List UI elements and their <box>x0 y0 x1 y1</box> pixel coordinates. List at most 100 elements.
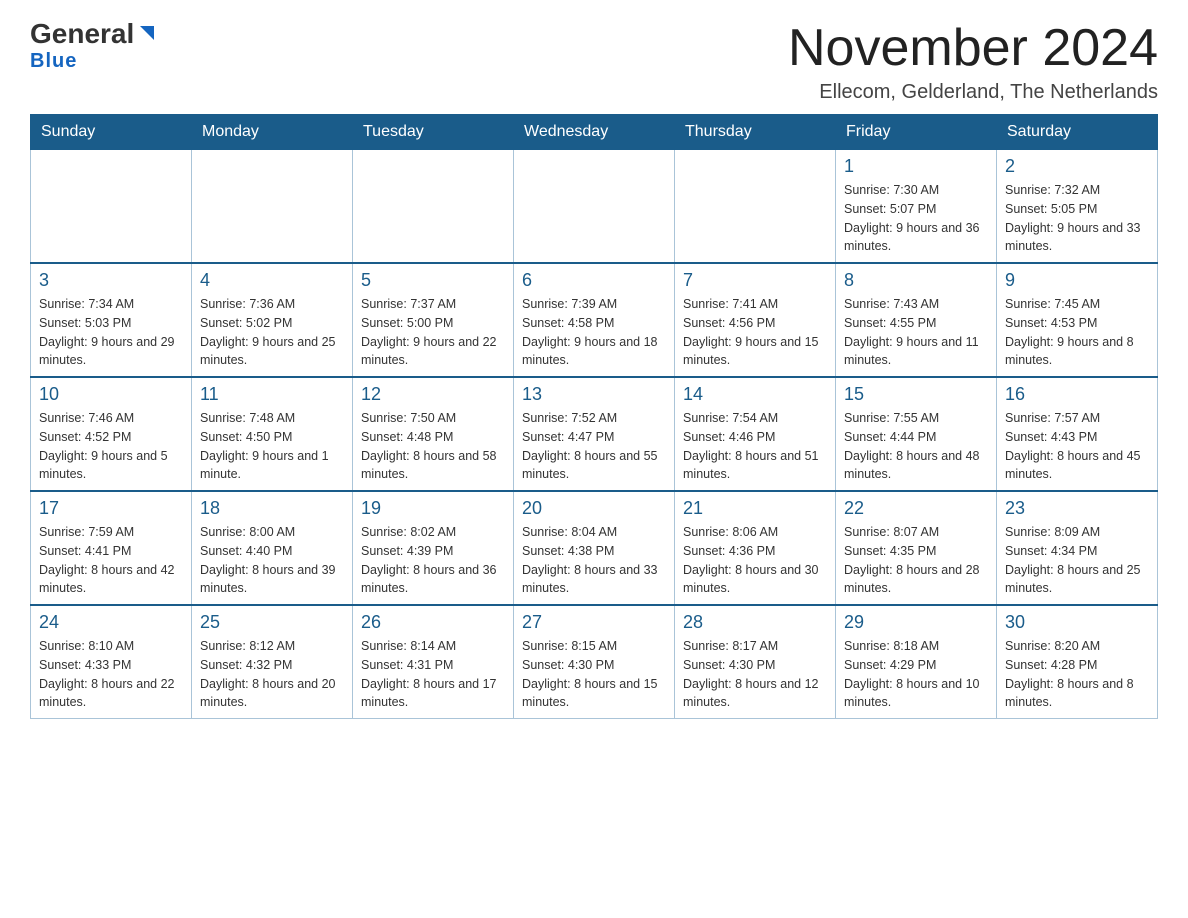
day-number: 10 <box>39 384 183 405</box>
logo-text-general: General <box>30 20 134 48</box>
calendar-cell-1-2: 5 Sunrise: 7:37 AMSunset: 5:00 PMDaylight… <box>353 263 514 377</box>
calendar-cell-2-4: 14Sunrise: 7:54 AMSunset: 4:46 PMDayligh… <box>675 377 836 491</box>
day-info: Sunrise: 8:02 AMSunset: 4:39 PMDaylight:… <box>361 523 505 598</box>
day-number: 22 <box>844 498 988 519</box>
calendar-week-2: 10Sunrise: 7:46 AMSunset: 4:52 PMDayligh… <box>31 377 1158 491</box>
calendar-cell-4-6: 30 Sunrise: 8:20 AMSunset: 4:28 PMDayligh… <box>997 605 1158 719</box>
calendar-cell-3-1: 18 Sunrise: 8:00 AMSunset: 4:40 PMDayligh… <box>192 491 353 605</box>
header-wednesday: Wednesday <box>514 115 675 150</box>
calendar-cell-1-3: 6 Sunrise: 7:39 AMSunset: 4:58 PMDaylight… <box>514 263 675 377</box>
day-info: Sunrise: 8:18 AMSunset: 4:29 PMDaylight:… <box>844 637 988 712</box>
calendar-cell-0-4 <box>675 150 836 264</box>
calendar-week-0: 1Sunrise: 7:30 AMSunset: 5:07 PMDaylight… <box>31 150 1158 264</box>
day-number: 11 <box>200 384 344 405</box>
day-number: 15 <box>844 384 988 405</box>
day-number: 25 <box>200 612 344 633</box>
day-info: Sunrise: 7:30 AMSunset: 5:07 PMDaylight:… <box>844 181 988 256</box>
day-info: Sunrise: 8:06 AMSunset: 4:36 PMDaylight:… <box>683 523 827 598</box>
calendar-cell-3-4: 21Sunrise: 8:06 AMSunset: 4:36 PMDayligh… <box>675 491 836 605</box>
header-tuesday: Tuesday <box>353 115 514 150</box>
logo-triangle-icon <box>136 22 158 44</box>
day-info: Sunrise: 7:43 AMSunset: 4:55 PMDaylight:… <box>844 295 988 370</box>
calendar-cell-0-0 <box>31 150 192 264</box>
logo-text-blue: Blue <box>30 50 77 73</box>
day-number: 18 <box>200 498 344 519</box>
calendar-week-1: 3 Sunrise: 7:34 AMSunset: 5:03 PMDaylight… <box>31 263 1158 377</box>
day-number: 20 <box>522 498 666 519</box>
day-number: 8 <box>844 270 988 291</box>
day-info: Sunrise: 7:52 AMSunset: 4:47 PMDaylight:… <box>522 409 666 484</box>
calendar-cell-1-6: 9 Sunrise: 7:45 AMSunset: 4:53 PMDaylight… <box>997 263 1158 377</box>
calendar-cell-4-4: 28 Sunrise: 8:17 AMSunset: 4:30 PMDayligh… <box>675 605 836 719</box>
calendar-header-row: SundayMondayTuesdayWednesdayThursdayFrid… <box>31 115 1158 150</box>
day-number: 27 <box>522 612 666 633</box>
day-info: Sunrise: 7:55 AMSunset: 4:44 PMDaylight:… <box>844 409 988 484</box>
calendar-cell-2-0: 10Sunrise: 7:46 AMSunset: 4:52 PMDayligh… <box>31 377 192 491</box>
calendar-week-4: 24 Sunrise: 8:10 AMSunset: 4:33 PMDayligh… <box>31 605 1158 719</box>
day-info: Sunrise: 8:04 AMSunset: 4:38 PMDaylight:… <box>522 523 666 598</box>
day-info: Sunrise: 8:17 AMSunset: 4:30 PMDaylight:… <box>683 637 827 712</box>
calendar-cell-4-1: 25 Sunrise: 8:12 AMSunset: 4:32 PMDayligh… <box>192 605 353 719</box>
calendar-week-3: 17Sunrise: 7:59 AMSunset: 4:41 PMDayligh… <box>31 491 1158 605</box>
calendar-cell-3-6: 23 Sunrise: 8:09 AMSunset: 4:34 PMDayligh… <box>997 491 1158 605</box>
calendar-cell-0-5: 1Sunrise: 7:30 AMSunset: 5:07 PMDaylight… <box>836 150 997 264</box>
calendar-cell-2-3: 13 Sunrise: 7:52 AMSunset: 4:47 PMDayligh… <box>514 377 675 491</box>
day-number: 5 <box>361 270 505 291</box>
calendar-cell-2-5: 15 Sunrise: 7:55 AMSunset: 4:44 PMDayligh… <box>836 377 997 491</box>
calendar-cell-4-3: 27 Sunrise: 8:15 AMSunset: 4:30 PMDayligh… <box>514 605 675 719</box>
day-number: 2 <box>1005 156 1149 177</box>
title-area: November 2024 Ellecom, Gelderland, The N… <box>788 20 1158 104</box>
day-number: 9 <box>1005 270 1149 291</box>
day-info: Sunrise: 8:10 AMSunset: 4:33 PMDaylight:… <box>39 637 183 712</box>
logo: General Blue <box>30 20 158 73</box>
day-number: 30 <box>1005 612 1149 633</box>
header-saturday: Saturday <box>997 115 1158 150</box>
calendar-cell-1-5: 8 Sunrise: 7:43 AMSunset: 4:55 PMDaylight… <box>836 263 997 377</box>
calendar-cell-1-4: 7Sunrise: 7:41 AMSunset: 4:56 PMDaylight… <box>675 263 836 377</box>
calendar-cell-3-2: 19Sunrise: 8:02 AMSunset: 4:39 PMDayligh… <box>353 491 514 605</box>
calendar-cell-3-3: 20 Sunrise: 8:04 AMSunset: 4:38 PMDayligh… <box>514 491 675 605</box>
day-number: 4 <box>200 270 344 291</box>
calendar-cell-0-6: 2Sunrise: 7:32 AMSunset: 5:05 PMDaylight… <box>997 150 1158 264</box>
header: General Blue November 2024 Ellecom, Geld… <box>30 20 1158 104</box>
day-info: Sunrise: 8:00 AMSunset: 4:40 PMDaylight:… <box>200 523 344 598</box>
calendar-title: November 2024 <box>788 20 1158 77</box>
day-info: Sunrise: 8:07 AMSunset: 4:35 PMDaylight:… <box>844 523 988 598</box>
header-thursday: Thursday <box>675 115 836 150</box>
day-number: 24 <box>39 612 183 633</box>
day-info: Sunrise: 8:12 AMSunset: 4:32 PMDaylight:… <box>200 637 344 712</box>
day-number: 26 <box>361 612 505 633</box>
calendar-subtitle: Ellecom, Gelderland, The Netherlands <box>788 81 1158 104</box>
day-info: Sunrise: 7:54 AMSunset: 4:46 PMDaylight:… <box>683 409 827 484</box>
day-info: Sunrise: 8:14 AMSunset: 4:31 PMDaylight:… <box>361 637 505 712</box>
day-number: 7 <box>683 270 827 291</box>
calendar-cell-4-5: 29Sunrise: 8:18 AMSunset: 4:29 PMDayligh… <box>836 605 997 719</box>
header-sunday: Sunday <box>31 115 192 150</box>
day-info: Sunrise: 7:36 AMSunset: 5:02 PMDaylight:… <box>200 295 344 370</box>
calendar-cell-3-0: 17Sunrise: 7:59 AMSunset: 4:41 PMDayligh… <box>31 491 192 605</box>
day-number: 13 <box>522 384 666 405</box>
header-friday: Friday <box>836 115 997 150</box>
day-number: 17 <box>39 498 183 519</box>
calendar-cell-2-1: 11Sunrise: 7:48 AMSunset: 4:50 PMDayligh… <box>192 377 353 491</box>
day-number: 6 <box>522 270 666 291</box>
day-info: Sunrise: 7:50 AMSunset: 4:48 PMDaylight:… <box>361 409 505 484</box>
day-info: Sunrise: 7:57 AMSunset: 4:43 PMDaylight:… <box>1005 409 1149 484</box>
day-number: 16 <box>1005 384 1149 405</box>
calendar-cell-3-5: 22 Sunrise: 8:07 AMSunset: 4:35 PMDayligh… <box>836 491 997 605</box>
calendar-cell-4-0: 24 Sunrise: 8:10 AMSunset: 4:33 PMDayligh… <box>31 605 192 719</box>
day-info: Sunrise: 8:09 AMSunset: 4:34 PMDaylight:… <box>1005 523 1149 598</box>
day-info: Sunrise: 7:34 AMSunset: 5:03 PMDaylight:… <box>39 295 183 370</box>
calendar-cell-1-1: 4 Sunrise: 7:36 AMSunset: 5:02 PMDaylight… <box>192 263 353 377</box>
calendar-table: SundayMondayTuesdayWednesdayThursdayFrid… <box>30 114 1158 719</box>
day-info: Sunrise: 7:39 AMSunset: 4:58 PMDaylight:… <box>522 295 666 370</box>
day-info: Sunrise: 8:15 AMSunset: 4:30 PMDaylight:… <box>522 637 666 712</box>
calendar-cell-1-0: 3 Sunrise: 7:34 AMSunset: 5:03 PMDaylight… <box>31 263 192 377</box>
day-info: Sunrise: 7:45 AMSunset: 4:53 PMDaylight:… <box>1005 295 1149 370</box>
day-number: 28 <box>683 612 827 633</box>
calendar-cell-4-2: 26 Sunrise: 8:14 AMSunset: 4:31 PMDayligh… <box>353 605 514 719</box>
day-info: Sunrise: 8:20 AMSunset: 4:28 PMDaylight:… <box>1005 637 1149 712</box>
day-number: 3 <box>39 270 183 291</box>
day-number: 23 <box>1005 498 1149 519</box>
day-info: Sunrise: 7:37 AMSunset: 5:00 PMDaylight:… <box>361 295 505 370</box>
